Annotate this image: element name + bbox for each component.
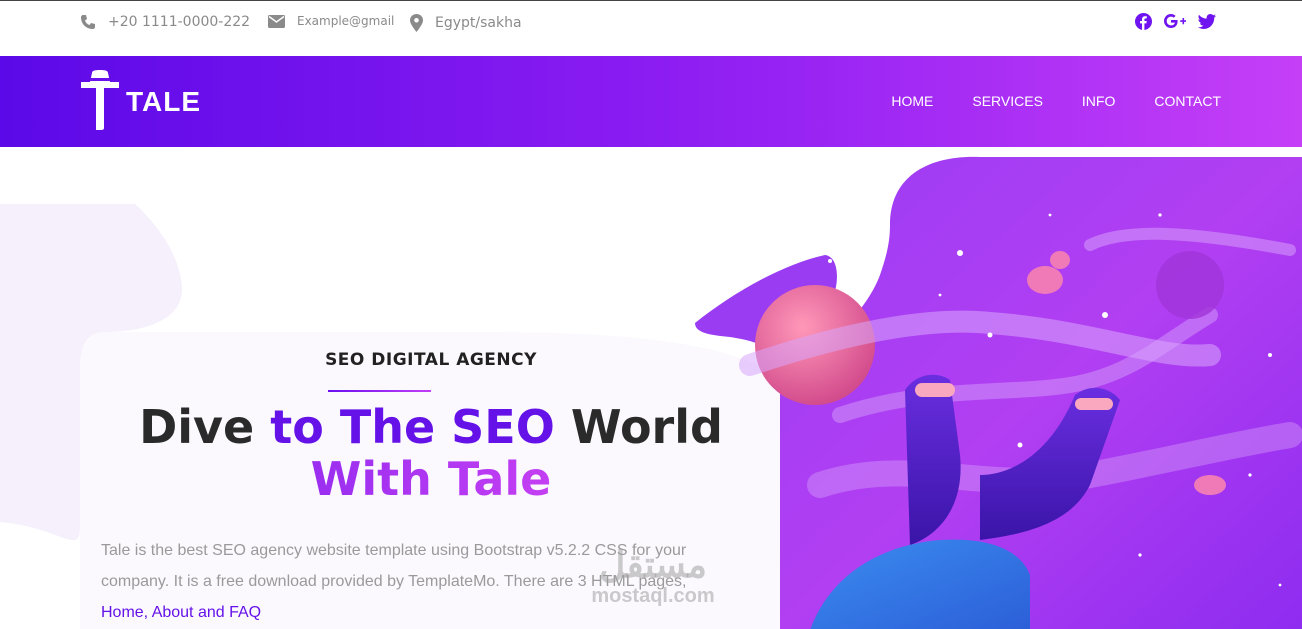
main-navbar: TALE HOME SERVICES INFO CONTACT — [0, 56, 1302, 147]
brand-name: TALE — [126, 86, 202, 117]
eyebrow-underline — [328, 390, 431, 392]
email-address: Example@gmail — [297, 14, 395, 28]
pages-link[interactable]: Home, About and FAQ — [101, 604, 261, 621]
social-links — [1135, 13, 1216, 34]
phone-contact[interactable]: +20 1111-0000-222 — [80, 14, 250, 30]
headline-line-2: With Tale — [310, 452, 552, 506]
brand-logo[interactable]: TALE — [80, 70, 201, 134]
location-contact: Egypt/sakha — [410, 14, 522, 32]
phone-number: +20 1111-0000-222 — [108, 14, 251, 30]
location-text: Egypt/sakha — [435, 15, 522, 31]
hero-headline: Dive to The SEO World With Tale — [90, 401, 772, 505]
hero-section: SEO DIGITAL AGENCY Dive to The SEO World… — [0, 147, 1302, 629]
hero-eyebrow: SEO DIGITAL AGENCY — [325, 350, 537, 370]
nav-info[interactable]: INFO — [1082, 93, 1115, 109]
main-nav: HOME SERVICES INFO CONTACT — [891, 93, 1221, 109]
space-illustration — [695, 156, 1302, 629]
contact-bar: +20 1111-0000-222 Example@gmail Egypt/sa… — [0, 1, 1302, 56]
envelope-icon — [268, 14, 285, 28]
facebook-icon[interactable] — [1135, 13, 1152, 34]
watermark-arabic: مستقل — [599, 544, 707, 585]
nav-services[interactable]: SERVICES — [972, 93, 1043, 109]
phone-icon — [80, 14, 96, 30]
headline-part-c: World — [554, 400, 723, 454]
headline-part-b: to The SEO — [270, 400, 555, 454]
google-plus-icon[interactable] — [1164, 14, 1186, 33]
headline-part-a: Dive — [139, 400, 271, 454]
nav-home[interactable]: HOME — [891, 93, 933, 109]
email-contact[interactable]: Example@gmail — [268, 14, 394, 28]
map-pin-icon — [410, 14, 423, 32]
twitter-icon[interactable] — [1198, 14, 1216, 33]
hat-t-logo-icon — [80, 70, 120, 134]
page: +20 1111-0000-222 Example@gmail Egypt/sa… — [0, 0, 1302, 629]
nav-contact[interactable]: CONTACT — [1154, 93, 1221, 109]
mostaql-watermark: مستقل mostaql.com — [568, 545, 738, 608]
watermark-latin: mostaql.com — [591, 585, 715, 607]
